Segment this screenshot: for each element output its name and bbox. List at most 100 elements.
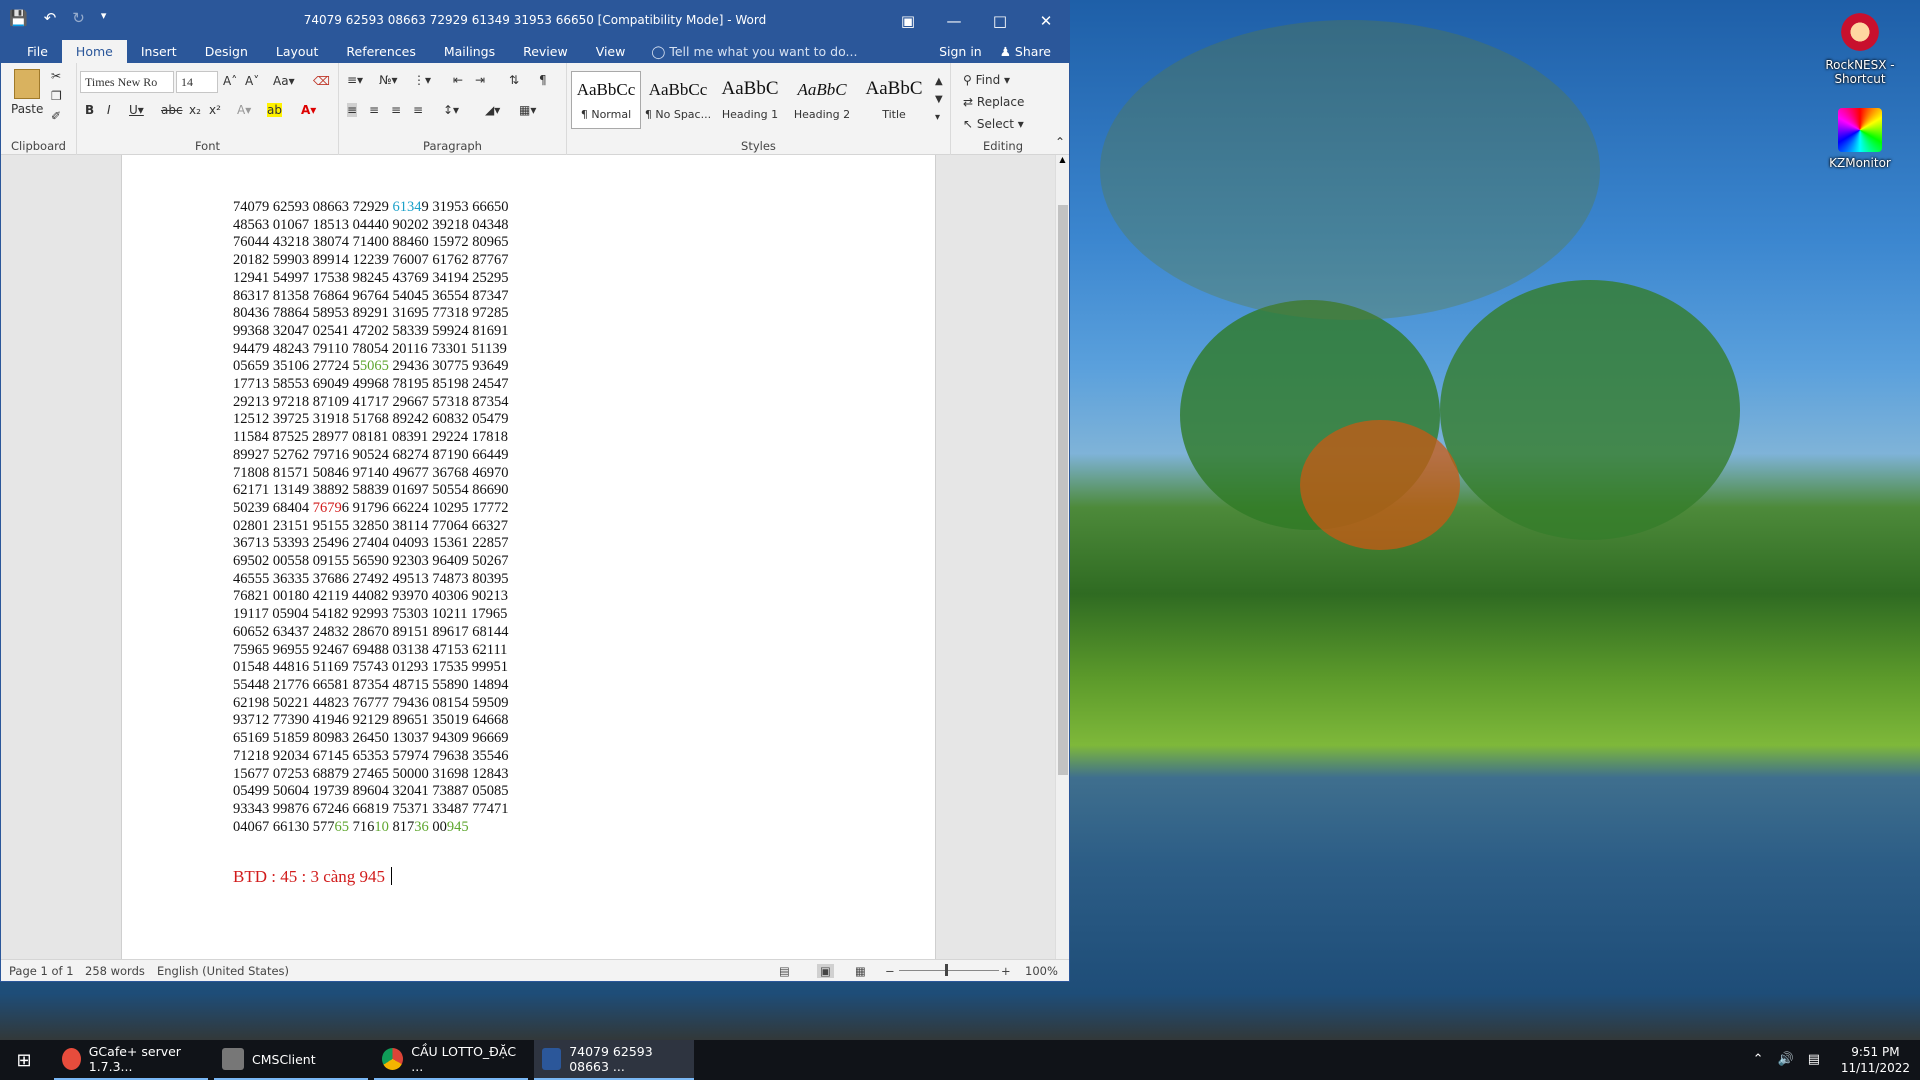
tab-design[interactable]: Design — [191, 44, 262, 63]
show-hidden-icons-icon[interactable]: ⌃ — [1753, 1052, 1764, 1067]
subscript-button[interactable]: x₂ — [189, 103, 201, 117]
italic-button[interactable]: I — [107, 103, 111, 117]
borders-icon[interactable]: ▦▾ — [519, 103, 536, 117]
shading-icon[interactable]: ◢▾ — [485, 103, 500, 117]
bold-button[interactable]: B — [85, 103, 94, 117]
style-title[interactable]: AaBbC Title — [859, 71, 929, 129]
font-color-icon[interactable]: A▾ — [301, 103, 316, 117]
align-right-icon[interactable]: ≡ — [391, 103, 401, 117]
tab-file[interactable]: File — [13, 44, 62, 63]
numbering-icon[interactable]: №▾ — [379, 73, 398, 87]
ribbon-display-icon[interactable]: ▣ — [885, 1, 931, 41]
taskbar-item-gcafe[interactable]: GCafe+ server 1.7.3... — [54, 1040, 208, 1080]
styles-scroll-icon[interactable]: ▲ ▼ ▾ — [935, 73, 943, 127]
doc-line: 62198 50221 44823 76777 79436 08154 5950… — [233, 694, 509, 711]
document-page[interactable]: 74079 62593 08663 72929 61349 31953 6665… — [121, 155, 936, 961]
tab-view[interactable]: View — [582, 44, 640, 63]
paragraph-group: ≡▾ №▾ ⋮▾ ⇤ ⇥ ⇅ ¶ ≡ ≡ ≡ ≡ ↕▾ ◢▾ ▦▾ Paragr… — [339, 63, 567, 155]
align-center-icon[interactable]: ≡ — [369, 103, 379, 117]
highlight-color-icon[interactable]: ab — [267, 103, 282, 117]
tab-references[interactable]: References — [332, 44, 429, 63]
desktop-icon-rocknesx[interactable]: RockNESX - Shortcut — [1815, 10, 1905, 86]
justify-icon[interactable]: ≡ — [413, 103, 423, 117]
zoom-slider[interactable] — [899, 970, 999, 971]
style-sample: AaBbC — [865, 78, 923, 99]
taskbar-item-cmsclient[interactable]: CMSClient — [214, 1040, 368, 1080]
show-marks-icon[interactable]: ¶ — [539, 73, 547, 87]
print-layout-icon[interactable]: ▣ — [817, 964, 834, 978]
document-body[interactable]: 74079 62593 08663 72929 61349 31953 6665… — [233, 199, 509, 836]
page-count[interactable]: Page 1 of 1 — [9, 964, 74, 978]
font-size-box[interactable]: 14 — [176, 71, 218, 93]
start-button[interactable]: ⊞ — [0, 1040, 48, 1080]
maximize-button[interactable]: □ — [977, 1, 1023, 41]
clock-time: 9:51 PM — [1851, 1045, 1900, 1059]
tab-insert[interactable]: Insert — [127, 44, 191, 63]
clipboard-group: Paste ✂ ❐ ✐ Clipboard — [1, 63, 77, 155]
network-icon[interactable]: ▤ — [1808, 1052, 1820, 1067]
line-spacing-icon[interactable]: ↕▾ — [443, 103, 459, 117]
sort-icon[interactable]: ⇅ — [509, 73, 519, 87]
desktop-icon-kzmonitor[interactable]: KZMonitor — [1815, 108, 1905, 170]
zoom-in-icon[interactable]: + — [1001, 964, 1011, 978]
underline-button[interactable]: U▾ — [129, 103, 144, 117]
editing-group: ⚲ Find ▾ ⇄ Replace ↖ Select ▾ Editing ⌃ — [951, 63, 1065, 155]
style-heading-1[interactable]: AaBbC Heading 1 — [715, 71, 785, 129]
web-layout-icon[interactable]: ▦ — [855, 964, 866, 978]
style-normal[interactable]: AaBbCc ¶ Normal — [571, 71, 641, 129]
language-indicator[interactable]: English (United States) — [157, 964, 289, 978]
change-case-icon[interactable]: Aa▾ — [273, 74, 295, 88]
scrollbar-thumb[interactable] — [1058, 205, 1068, 775]
tab-review[interactable]: Review — [509, 44, 582, 63]
scroll-up-icon[interactable]: ▲ — [1056, 155, 1069, 164]
taskbar-item-label: GCafe+ server 1.7.3... — [88, 1044, 181, 1074]
collapse-ribbon-icon[interactable]: ⌃ — [1055, 135, 1065, 149]
vertical-scrollbar[interactable]: ▲ — [1055, 155, 1069, 961]
cut-icon[interactable]: ✂ — [51, 69, 61, 83]
copy-icon[interactable]: ❐ — [51, 89, 62, 103]
sign-in-link[interactable]: Sign in — [939, 44, 982, 59]
read-mode-icon[interactable]: ▤ — [779, 964, 790, 978]
paste-button[interactable]: Paste — [11, 69, 43, 116]
close-button[interactable]: ✕ — [1023, 1, 1069, 41]
tab-layout[interactable]: Layout — [262, 44, 333, 63]
doc-line: 17713 58553 69049 49968 78195 85198 2454… — [233, 376, 509, 393]
align-left-icon[interactable]: ≡ — [347, 103, 358, 117]
taskbar-item-label: CMSClient — [252, 1051, 316, 1067]
text-effects-icon[interactable]: A▾ — [237, 103, 251, 117]
volume-icon[interactable]: 🔊 — [1778, 1052, 1794, 1067]
multilevel-list-icon[interactable]: ⋮▾ — [413, 73, 431, 87]
style-no-spacing[interactable]: AaBbCc ¶ No Spac... — [643, 71, 713, 129]
tell-me-box[interactable]: ◯ Tell me what you want to do... — [639, 44, 869, 63]
shrink-font-icon[interactable]: A˅ — [245, 74, 259, 88]
increase-indent-icon[interactable]: ⇥ — [475, 73, 485, 87]
font-name-box[interactable]: Times New Ro — [80, 71, 174, 93]
taskbar-item-chrome[interactable]: CẦU LOTTO_ĐẶC ... — [374, 1040, 528, 1080]
share-button[interactable]: ♟ Share — [1000, 44, 1051, 59]
zoom-out-icon[interactable]: − — [885, 964, 895, 978]
grow-font-icon[interactable]: A˄ — [223, 74, 237, 88]
style-heading-2[interactable]: AaBbC Heading 2 — [787, 71, 857, 129]
tab-home[interactable]: Home — [61, 40, 127, 63]
format-painter-icon[interactable]: ✐ — [51, 109, 61, 123]
desktop-icon-label: RockNESX - Shortcut — [1825, 58, 1895, 86]
clipboard-group-label: Clipboard — [11, 139, 66, 153]
find-button[interactable]: ⚲ Find ▾ — [963, 73, 1010, 87]
tab-mailings[interactable]: Mailings — [430, 44, 509, 63]
select-button[interactable]: ↖ Select ▾ — [963, 117, 1024, 131]
doc-line: 71218 92034 67145 65353 57974 79638 3554… — [233, 747, 509, 764]
zoom-level[interactable]: 100% — [1025, 964, 1058, 978]
word-count[interactable]: 258 words — [85, 964, 145, 978]
doc-line: 48563 01067 18513 04440 90202 39218 0434… — [233, 216, 509, 233]
superscript-button[interactable]: x² — [209, 103, 221, 117]
clock[interactable]: 9:51 PM 11/11/2022 — [1841, 1044, 1910, 1076]
zoom-slider-thumb[interactable] — [945, 964, 948, 976]
decrease-indent-icon[interactable]: ⇤ — [453, 73, 463, 87]
replace-button[interactable]: ⇄ Replace — [963, 95, 1024, 109]
bullets-icon[interactable]: ≡▾ — [347, 73, 363, 87]
minimize-button[interactable]: — — [931, 1, 977, 41]
clear-formatting-icon[interactable]: ⌫ — [313, 74, 330, 88]
chrome-icon — [382, 1048, 404, 1070]
taskbar-item-word[interactable]: 74079 62593 08663 ... — [534, 1040, 694, 1080]
strikethrough-button[interactable]: abc — [161, 103, 183, 117]
